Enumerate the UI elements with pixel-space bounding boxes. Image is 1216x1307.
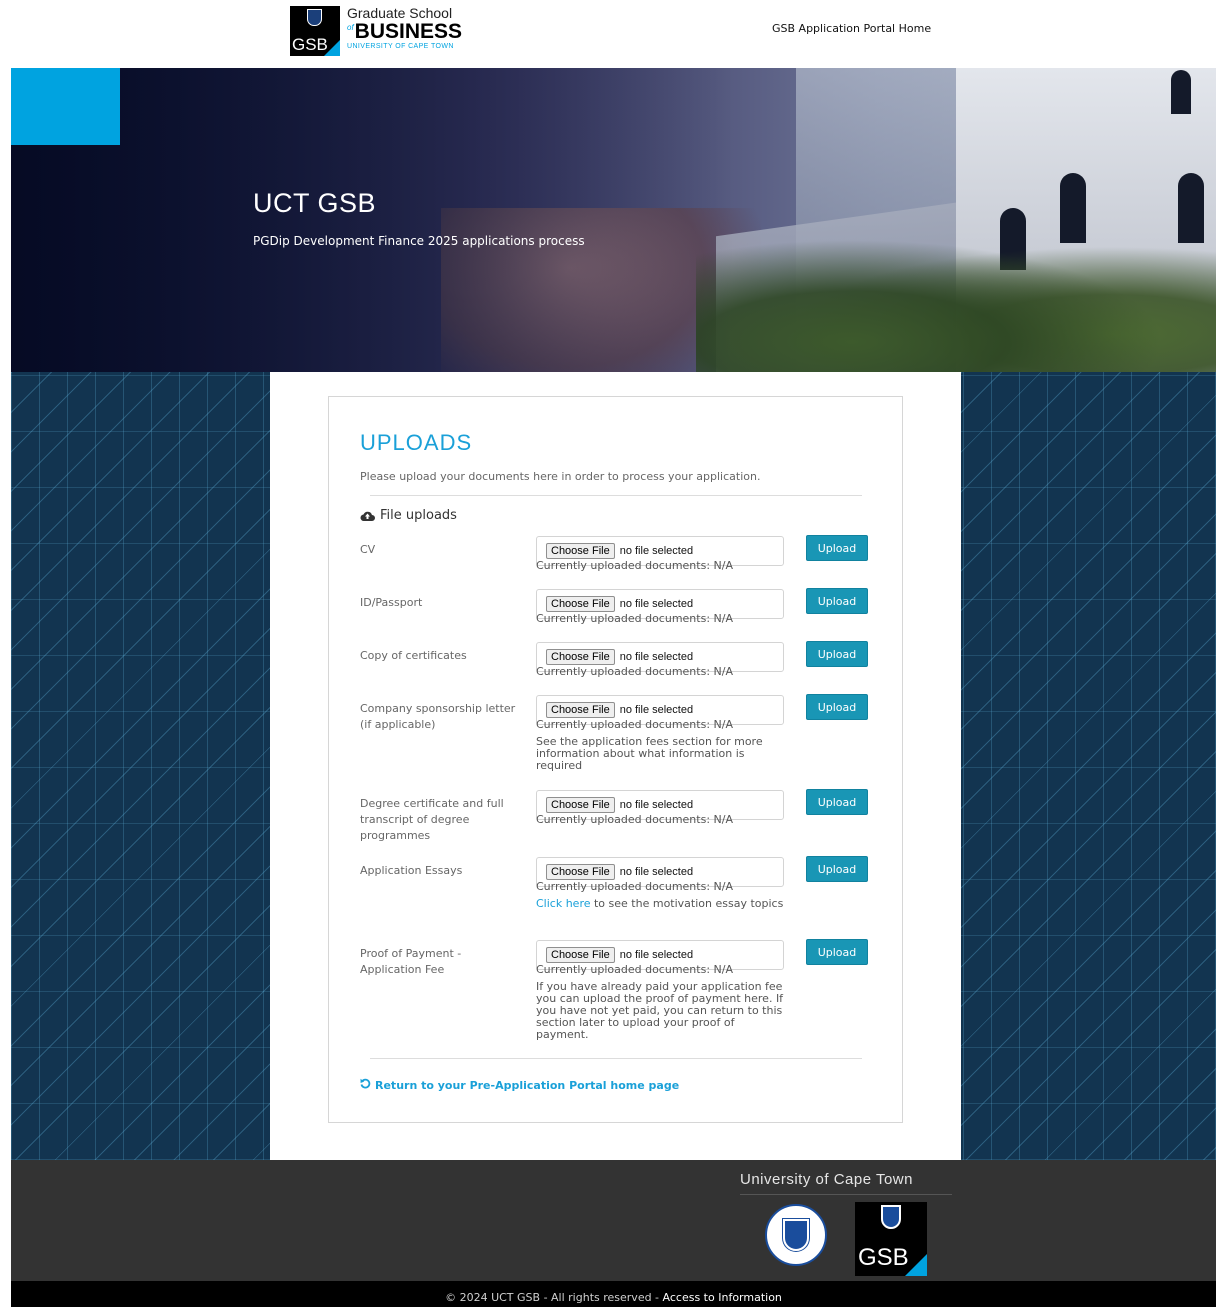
file-status-text: no file selected	[619, 799, 694, 811]
essays-upload-button[interactable]: Upload	[806, 856, 868, 882]
current-documents-text: Currently uploaded documents: N/A	[536, 612, 733, 625]
logo-business-text: BUSINESS	[354, 20, 463, 43]
cloud-upload-icon	[360, 510, 375, 522]
upload-row-label: Company sponsorship letter (if applicabl…	[360, 702, 516, 731]
return-home-link[interactable]: Return to your Pre-Application Portal ho…	[360, 1078, 679, 1092]
copyright-bar: © 2024 UCT GSB - All rights reserved - A…	[11, 1281, 1216, 1307]
upload-row-label: CV	[360, 543, 376, 556]
cv-upload-button[interactable]: Upload	[806, 535, 868, 561]
footer-divider	[740, 1194, 952, 1195]
upload-row-label: Application Essays	[360, 864, 463, 877]
degree-certificate-upload-button[interactable]: Upload	[806, 789, 868, 815]
footer-university-name: University of Cape Town	[740, 1171, 913, 1188]
upload-row-label: Proof of Payment - Application Fee	[360, 947, 462, 976]
current-documents-text: Currently uploaded documents: N/A	[536, 718, 733, 731]
sponsorship-letter-upload-button[interactable]: Upload	[806, 694, 868, 720]
logo-wordmark: Graduate School ofBUSINESS UNIVERSITY OF…	[347, 6, 462, 50]
certificates-upload-button[interactable]: Upload	[806, 641, 868, 667]
return-link-label: Return to your Pre-Application Portal ho…	[375, 1078, 680, 1092]
divider	[370, 495, 862, 496]
logo-corner-triangle	[905, 1254, 927, 1276]
file-status-text: no file selected	[619, 598, 694, 610]
main-panel: UPLOADS Please upload your documents her…	[270, 372, 961, 1160]
uct-seal-logo[interactable]	[765, 1204, 827, 1266]
uploads-card: UPLOADS Please upload your documents her…	[328, 396, 903, 1123]
current-documents-text: Currently uploaded documents: N/A	[536, 813, 733, 826]
choose-file-button[interactable]: Choose File	[546, 864, 615, 880]
hero-accent-square	[11, 68, 120, 145]
id-passport-upload-button[interactable]: Upload	[806, 588, 868, 614]
logo-line-graduate-school: Graduate School	[347, 5, 453, 21]
upload-row-label: ID/Passport	[360, 596, 423, 609]
copyright-label: © 2024 UCT GSB - All rights reserved -	[445, 1291, 663, 1304]
logo-line-business: ofBUSINESS	[347, 21, 462, 42]
gsb-logo-badge: GSB	[290, 6, 340, 56]
hero-banner: UCT GSB PGDip Development Finance 2025 a…	[11, 68, 1216, 372]
site-footer: University of Cape Town GSB	[11, 1160, 1216, 1281]
file-uploads-heading: File uploads	[360, 508, 457, 523]
choose-file-button[interactable]: Choose File	[546, 797, 615, 813]
uploads-description: Please upload your documents here in ord…	[360, 470, 761, 483]
file-status-text: no file selected	[619, 651, 694, 663]
uct-crest-icon	[307, 9, 322, 26]
essays-help-suffix: to see the motivation essay topics	[590, 897, 784, 910]
file-status-text: no file selected	[619, 866, 694, 878]
uct-shield-icon	[783, 1219, 809, 1251]
site-header: GSB Graduate School ofBUSINESS UNIVERSIT…	[0, 0, 1216, 68]
choose-file-button[interactable]: Choose File	[546, 947, 615, 963]
uct-crest-icon	[881, 1205, 901, 1229]
file-status-text: no file selected	[619, 704, 694, 716]
current-documents-text: Currently uploaded documents: N/A	[536, 963, 733, 976]
sponsorship-help-text: See the application fees section for mor…	[536, 735, 763, 772]
payment-help-text: If you have already paid your applicatio…	[536, 980, 784, 1041]
access-to-information-link[interactable]: Access to Information	[663, 1291, 782, 1304]
gsb-logo[interactable]: GSB Graduate School ofBUSINESS UNIVERSIT…	[290, 6, 462, 56]
choose-file-button[interactable]: Choose File	[546, 702, 615, 718]
current-documents-text: Currently uploaded documents: N/A	[536, 665, 733, 678]
essay-topics-link[interactable]: Click here	[536, 897, 591, 910]
hero-title: UCT GSB	[253, 188, 377, 218]
logo-line-university: UNIVERSITY OF CAPE TOWN	[347, 43, 454, 50]
gsb-footer-logo-text: GSB	[858, 1244, 909, 1271]
upload-row-label: Copy of certificates	[360, 649, 467, 662]
hero-overlay	[11, 68, 1216, 372]
logo-corner-triangle	[324, 40, 340, 56]
gsb-footer-logo[interactable]: GSB	[855, 1202, 927, 1276]
divider	[370, 1058, 862, 1059]
essays-help-text: Click here to see the motivation essay t…	[536, 898, 786, 910]
current-documents-text: Currently uploaded documents: N/A	[536, 559, 733, 572]
logo-of: of	[347, 23, 354, 32]
portal-home-link[interactable]: GSB Application Portal Home	[772, 22, 931, 35]
choose-file-button[interactable]: Choose File	[546, 543, 615, 559]
hero-subtitle: PGDip Development Finance 2025 applicati…	[253, 234, 585, 248]
logo-badge-text: GSB	[292, 35, 328, 54]
choose-file-button[interactable]: Choose File	[546, 596, 615, 612]
choose-file-button[interactable]: Choose File	[546, 649, 615, 665]
uploads-title: UPLOADS	[360, 430, 473, 455]
undo-icon	[360, 1078, 371, 1092]
file-uploads-label: File uploads	[380, 508, 457, 523]
file-status-text: no file selected	[619, 545, 694, 557]
proof-of-payment-upload-button[interactable]: Upload	[806, 939, 868, 965]
upload-row-label: Degree certificate and full transcript o…	[360, 797, 504, 842]
copyright-text: © 2024 UCT GSB - All rights reserved - A…	[11, 1291, 1216, 1304]
current-documents-text: Currently uploaded documents: N/A	[536, 880, 733, 893]
file-status-text: no file selected	[619, 949, 694, 961]
